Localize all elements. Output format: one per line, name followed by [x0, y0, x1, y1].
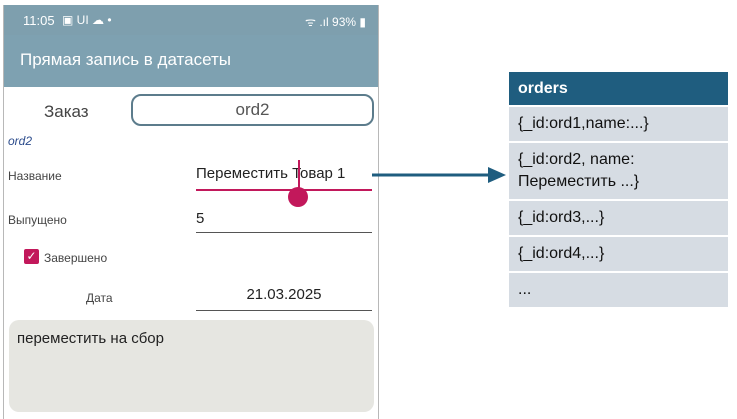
notification-icons: ▣ UI ☁ • — [62, 13, 112, 27]
row-text: {_id:ord1,name:...} — [518, 115, 649, 132]
status-time: 11:05 — [23, 13, 55, 28]
app-bar: Прямая запись в датасеты — [4, 35, 378, 87]
page-title: Прямая запись в датасеты — [20, 50, 231, 69]
note-textarea[interactable]: переместить на сбор — [9, 320, 374, 412]
table-row: {_id:ord4,...} — [509, 235, 728, 271]
table-header: orders — [509, 72, 728, 105]
table-row-highlight: {_id:ord2, name: Переместить ...} — [509, 141, 728, 199]
name-field[interactable]: Переместить Товар 1 — [196, 165, 372, 191]
name-label: Название — [8, 169, 62, 183]
order-id-text: ord2 — [8, 134, 33, 148]
table-row: {_id:ord3,...} — [509, 199, 728, 235]
status-right: ᯤ .ıl 93% ▮ — [305, 13, 366, 30]
status-bar: 11:05 ▣ UI ☁ • ᯤ .ıl 93% ▮ — [4, 5, 378, 35]
done-label: Завершено — [44, 251, 108, 265]
date-field[interactable]: 21.03.2025 — [196, 286, 372, 311]
table-row: ... — [509, 271, 728, 307]
orders-dataset-table: orders {_id:ord1,name:...} {_id:ord2, na… — [509, 72, 728, 307]
issued-field[interactable]: 5 — [196, 210, 372, 233]
row-text: {_id:ord3,...} — [518, 209, 605, 226]
battery-icon: ▮ — [359, 15, 366, 29]
table-row: {_id:ord1,name:...} — [509, 105, 728, 141]
signal-icon: ᯤ .ıl — [305, 15, 329, 29]
done-checkbox[interactable]: ✓ — [24, 249, 39, 264]
phone-screen: 11:05 ▣ UI ☁ • ᯤ .ıl 93% ▮ Прямая запись… — [3, 5, 379, 419]
row-text: {_id:ord2, name: — [518, 151, 635, 168]
row-text: {_id:ord4,...} — [518, 245, 605, 262]
write-arrow — [372, 167, 506, 183]
order-label: Заказ — [44, 102, 89, 121]
issued-label: Выпущено — [8, 213, 67, 227]
battery-percent: 93% — [332, 15, 357, 29]
order-input[interactable]: ord2 — [131, 94, 374, 126]
row-text: ... — [518, 281, 532, 298]
cursor-handle[interactable] — [288, 187, 308, 207]
date-label: Дата — [86, 291, 113, 305]
row-text: Переместить ...} — [518, 173, 640, 190]
